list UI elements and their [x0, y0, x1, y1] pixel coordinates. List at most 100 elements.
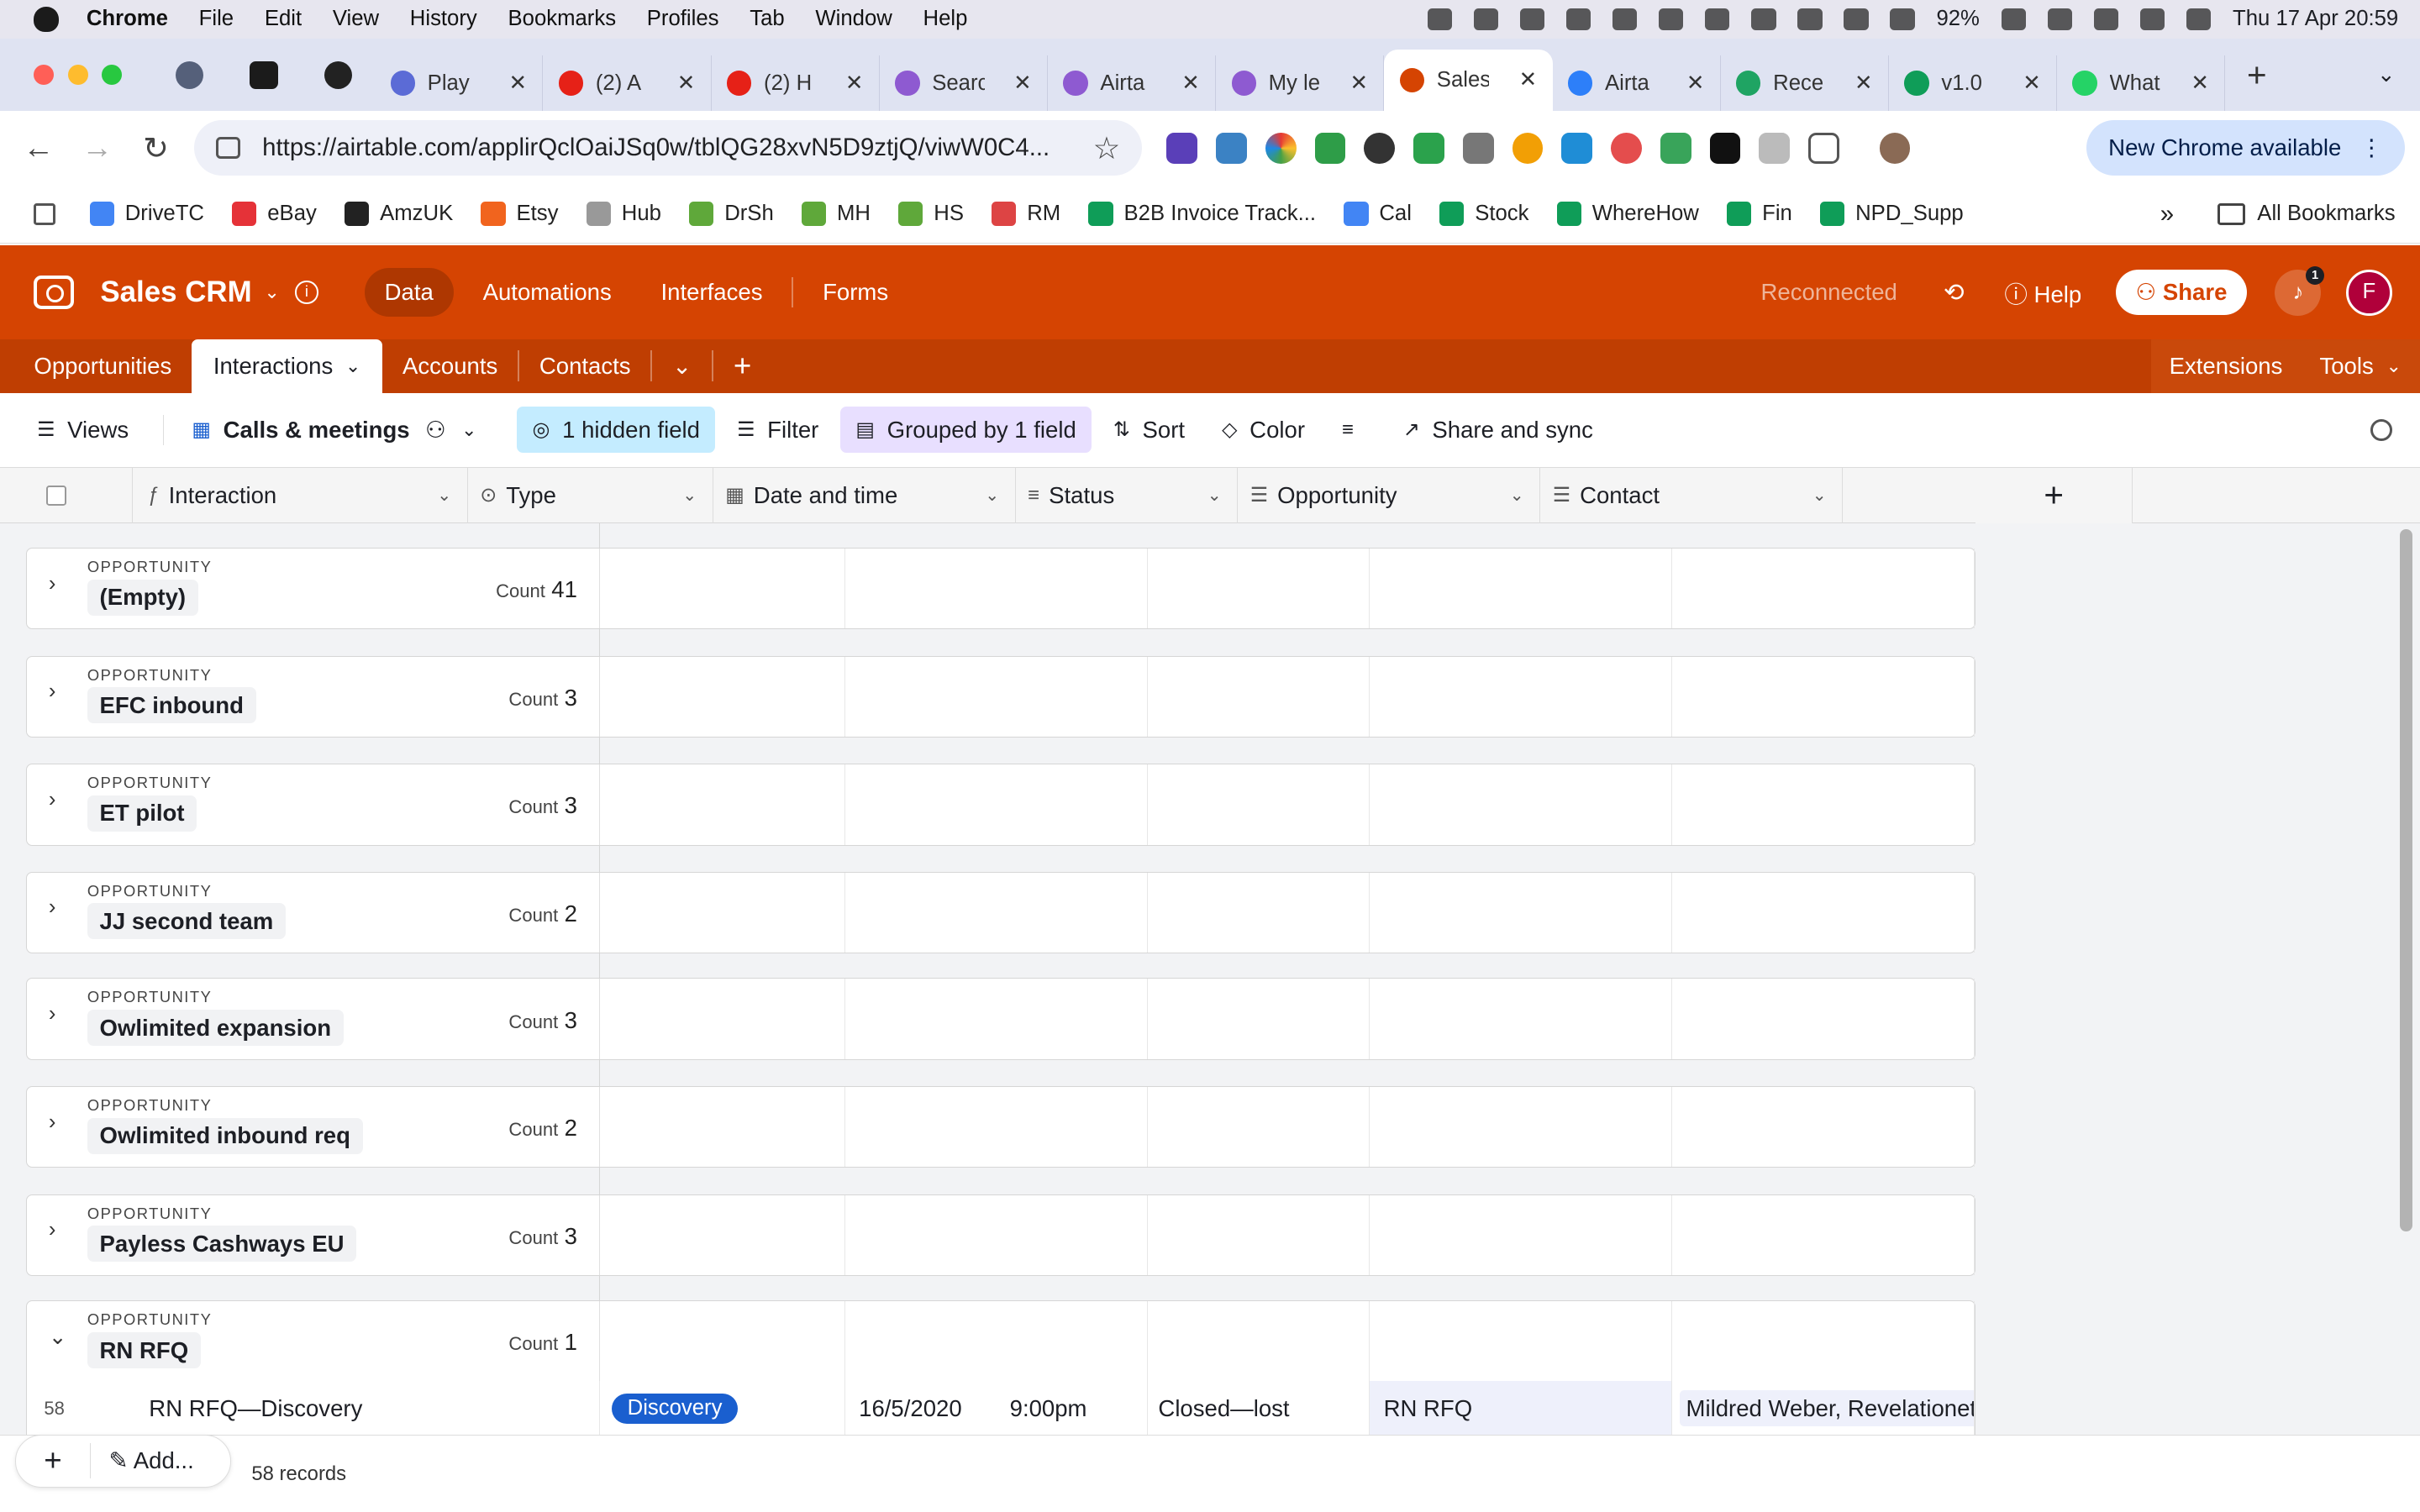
column-type[interactable]: ⊙ Type ⌄: [468, 467, 713, 523]
group-summary-cell[interactable]: [845, 872, 1148, 953]
search-icon[interactable]: [2370, 419, 2392, 441]
nav-interfaces[interactable]: Interfaces: [641, 268, 783, 317]
sort-button[interactable]: ⇅ Sort: [1097, 407, 1200, 453]
extension-icon[interactable]: [1216, 132, 1247, 164]
bookmark-item[interactable]: HS: [898, 202, 964, 227]
group-summary-cell[interactable]: [1672, 656, 1975, 737]
bookmark-item[interactable]: Fin: [1726, 202, 1792, 227]
extension-icon[interactable]: [1611, 132, 1642, 164]
extension-icon[interactable]: [1166, 132, 1198, 164]
cell-interaction[interactable]: 58 RN RFQ—Discovery: [27, 1380, 600, 1436]
bookmark-item[interactable]: DriveTC: [89, 202, 204, 227]
group-summary-cell[interactable]: [1672, 1087, 1975, 1168]
chevron-down-icon[interactable]: ⌄: [1207, 485, 1222, 506]
group-summary-cell[interactable]: [600, 549, 845, 629]
tab-opportunities[interactable]: Opportunities: [0, 339, 192, 393]
extensions-button[interactable]: Extensions: [2150, 339, 2302, 394]
bookmark-item[interactable]: AmzUK: [344, 202, 453, 227]
close-tab-icon[interactable]: ✕: [1013, 71, 1032, 96]
close-tab-icon[interactable]: ✕: [677, 71, 696, 96]
cell-type[interactable]: Discovery: [600, 1380, 845, 1436]
profile-avatar[interactable]: [1879, 132, 1911, 164]
browser-tab[interactable]: Sales ✕: [1384, 49, 1553, 112]
minimize-window-button[interactable]: [67, 65, 88, 85]
table-row[interactable]: 58 RN RFQ—Discovery Discovery 16/5/2020 9:…: [26, 1380, 1975, 1436]
extension-icon[interactable]: [1364, 132, 1396, 164]
chevron-right-icon[interactable]: ›: [49, 1218, 56, 1242]
bookmark-item[interactable]: Cal: [1344, 202, 1412, 227]
close-tab-icon[interactable]: ✕: [509, 71, 528, 96]
chevron-right-icon[interactable]: ›: [49, 1002, 56, 1026]
group-summary-cell[interactable]: [1370, 764, 1673, 845]
group-summary-cell[interactable]: [1370, 872, 1673, 953]
wifi-icon[interactable]: [2047, 8, 2073, 30]
add-record-button[interactable]: +: [16, 1443, 91, 1479]
group-header[interactable]: ⌄ OPPORTUNITY RN RFQ Count 1: [26, 1300, 1975, 1383]
group-summary-cell[interactable]: [1370, 1194, 1673, 1275]
cell-date-time[interactable]: 16/5/2020 9:00pm: [845, 1380, 1148, 1436]
user-icon[interactable]: [1844, 8, 1869, 30]
address-bar[interactable]: https://airtable.com/applirQclOaiJSq0w/t…: [194, 120, 1143, 176]
group-summary-cell[interactable]: [1370, 979, 1673, 1059]
bookmark-item[interactable]: Hub: [586, 202, 661, 227]
new-chrome-available-button[interactable]: New Chrome available ⋮: [2086, 120, 2405, 176]
cell-status[interactable]: Closed—lost: [1148, 1380, 1370, 1436]
group-summary-cell[interactable]: [600, 656, 845, 737]
nav-forms[interactable]: Forms: [802, 268, 908, 317]
extension-icon[interactable]: [1709, 132, 1741, 164]
browser-tab[interactable]: What ✕: [2057, 55, 2226, 112]
menu-help[interactable]: Help: [923, 7, 968, 31]
close-tab-icon[interactable]: ✕: [1181, 71, 1200, 96]
new-tab-button[interactable]: +: [2247, 55, 2267, 95]
extension-icon[interactable]: [1512, 132, 1544, 164]
bookmark-item[interactable]: NPD_Supp: [1819, 202, 1964, 227]
bookmark-item[interactable]: WhereHow: [1556, 202, 1699, 227]
close-window-button[interactable]: [34, 65, 55, 85]
color-button[interactable]: ◇ Color: [1207, 407, 1321, 453]
group-summary-cell[interactable]: [1148, 764, 1370, 845]
menu-view[interactable]: View: [333, 7, 379, 31]
group-summary-cell[interactable]: [1148, 979, 1370, 1059]
group-header[interactable]: › OPPORTUNITY Owlimited inbound req Count 2: [26, 1086, 1975, 1168]
chevron-down-icon[interactable]: ⌄: [264, 281, 279, 303]
tab-accounts[interactable]: Accounts: [382, 339, 518, 393]
tab-contacts[interactable]: Contacts: [519, 339, 650, 393]
group-summary-cell[interactable]: [1148, 1194, 1370, 1275]
hide-fields-button[interactable]: ◎ 1 hidden field: [517, 407, 716, 454]
menu-profiles[interactable]: Profiles: [647, 7, 719, 31]
extension-icon[interactable]: [1759, 132, 1791, 164]
bluetooth-icon[interactable]: [1797, 8, 1823, 30]
play-icon[interactable]: [1890, 8, 1915, 30]
info-icon[interactable]: i: [295, 281, 318, 304]
group-header[interactable]: › OPPORTUNITY (Empty) Count 41: [26, 548, 1975, 630]
chevron-right-icon[interactable]: ›: [49, 680, 56, 704]
tab-search-chevron-icon[interactable]: ⌄: [2377, 62, 2396, 87]
group-summary-cell[interactable]: [1148, 872, 1370, 953]
browser-tab[interactable]: Play ✕: [375, 55, 544, 112]
more-menu-icon[interactable]: ⋮: [2360, 134, 2383, 161]
tab-interactions[interactable]: Interactions ⌄: [192, 339, 383, 394]
close-tab-icon[interactable]: ✕: [1854, 71, 1873, 96]
browser-tab[interactable]: Airta ✕: [1553, 55, 1721, 112]
group-summary-cell[interactable]: [1672, 1301, 1975, 1382]
all-bookmarks[interactable]: All Bookmarks: [2217, 202, 2396, 226]
group-summary-cell[interactable]: [1370, 549, 1673, 629]
group-summary-cell[interactable]: [1370, 1301, 1673, 1382]
clock-icon[interactable]: [1659, 8, 1684, 30]
browser-tab[interactable]: Searc ✕: [880, 55, 1048, 112]
group-summary-cell[interactable]: [1148, 656, 1370, 737]
group-header[interactable]: › OPPORTUNITY EFC inbound Count 3: [26, 655, 1975, 738]
group-summary-cell[interactable]: [1672, 979, 1975, 1059]
group-summary-cell[interactable]: [600, 979, 845, 1059]
chevron-down-icon[interactable]: ⌄: [437, 485, 451, 506]
group-summary-cell[interactable]: [1148, 549, 1370, 629]
add-field-button[interactable]: +: [1975, 467, 2133, 523]
extension-icon[interactable]: [1462, 132, 1494, 164]
group-summary-cell[interactable]: [600, 1087, 845, 1168]
group-summary-cell[interactable]: [600, 764, 845, 845]
browser-tab[interactable]: My le ✕: [1216, 55, 1385, 112]
menu-app[interactable]: Chrome: [87, 7, 168, 31]
apps-grid-icon[interactable]: [34, 202, 56, 225]
bookmark-item[interactable]: eBay: [232, 202, 317, 227]
add-table-button[interactable]: +: [713, 339, 771, 393]
